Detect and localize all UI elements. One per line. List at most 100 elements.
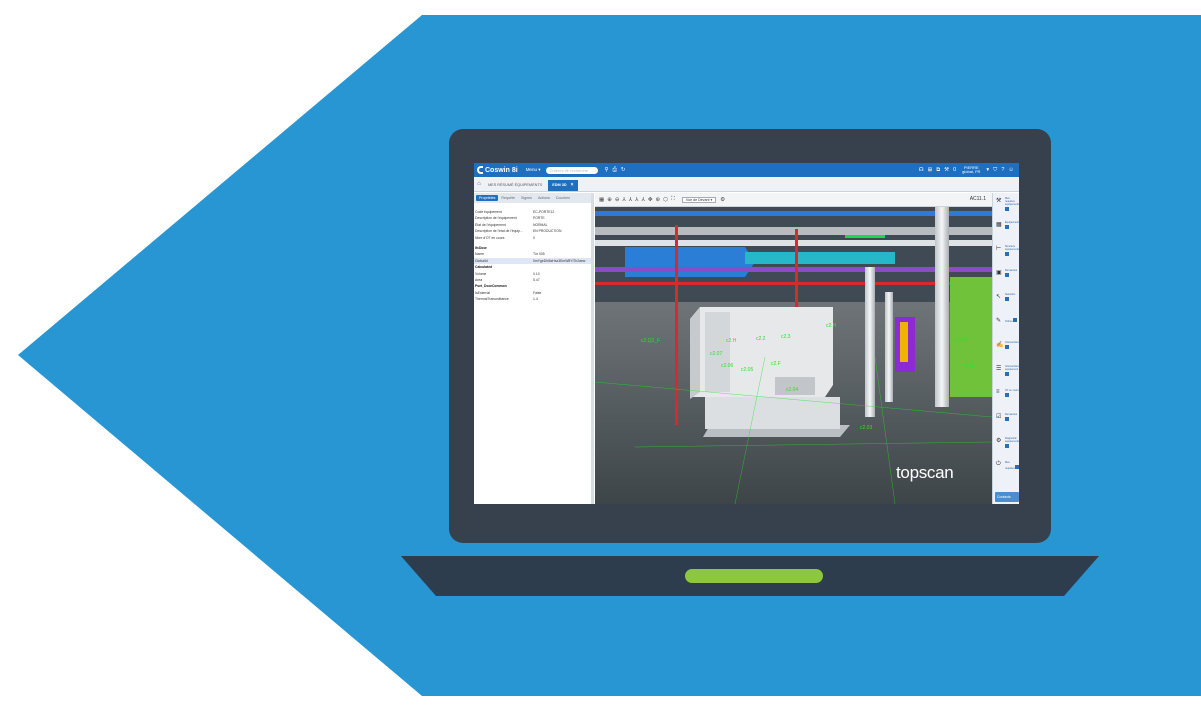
documents-icon[interactable]: ⧉ [936,167,940,174]
power-indicator [685,569,823,583]
orbit-icon[interactable]: ⊛ [656,197,661,203]
axis-iso-icon[interactable]: ⅄ [642,197,645,203]
shortcut-label: Interventions [1005,341,1019,350]
calendar-icon: ▣ [996,270,1002,276]
contacts-button[interactable]: Contacts [995,492,1019,502]
tab-0[interactable]: MES RÉSUMÉ ÉQUIPEMENTS [484,180,546,191]
dimension-label[interactable]: c2.3 [781,334,791,340]
viewer-toolbar: ▦ ⊕ ⊖ ⅄ ⅄ ⅄ ⅄ ✥ ⊛ ⬡ ⛶ Vue de Devant ▾ ⚙ [595,193,992,207]
shortcut-item[interactable]: ☰ Interventions équipement [996,365,1019,377]
user-add-icon[interactable]: ☺ [1008,167,1014,173]
dimension-label[interactable]: c2.H [826,323,837,329]
shortcut-badge [1005,444,1009,448]
dimension-label[interactable]: c2.2 [756,336,766,342]
list-edit-icon: ≡ [996,389,1000,395]
cube-icon[interactable]: ⬡ [663,197,668,203]
shortcut-item[interactable]: ≡ OT en cours [996,389,1019,398]
shortcut-label: Diagnostic équipements [1005,437,1019,449]
main-menu-button[interactable]: Menu ▾ [526,167,541,173]
shortcut-text: Interventions équipement [1005,365,1019,371]
subtab-0[interactable]: Propriétés [476,195,499,201]
shortcut-badge [1014,465,1019,469]
view-select-value: Vue de Devant [685,197,710,202]
shortcut-item[interactable]: ▦ Équipements [996,221,1019,230]
shortcut-item[interactable]: ⚙ Diagnostic équipements [996,437,1019,449]
settings-icon[interactable]: ⚙ [720,197,725,203]
grid-tool-icon[interactable]: ▦ [599,197,604,203]
dimension-label[interactable]: c2.07 [710,351,722,357]
search-input[interactable]: Critères de recherche [546,166,599,174]
shortcut-badge [1005,252,1009,256]
headset-icon[interactable]: ☊ [919,167,924,173]
shortcut-label: Sélection [1005,293,1019,302]
app-logo: Coswin 8i [477,166,518,174]
dimension-label[interactable]: c2.H [726,338,737,344]
pan-icon[interactable]: ✥ [648,197,653,203]
shortcut-item[interactable]: ⚒ Mes requêtes équipements [996,197,1019,212]
chevron-down-icon[interactable]: ▾ [986,167,989,173]
tab-label: EDM 3D [552,183,567,187]
shortcut-label: Demandes [1005,413,1019,422]
dimension-label[interactable]: c2.G [963,363,974,369]
fit-icon[interactable]: ⛶ [671,196,675,203]
zoom-in-icon[interactable]: ⊕ [607,197,612,203]
shortcut-badge [1012,318,1017,322]
shortcut-badge [1005,345,1009,349]
dimension-label[interactable]: c2.Q2_F [641,338,660,344]
3d-scene-canvas[interactable]: c2.Q2_F c2.H c2.2 c2.3 c2.07 c2.06 c2.05 c2.F c2… [595,207,992,504]
shortcut-text: Interventions [1005,341,1019,344]
subtab-1[interactable]: Requête [498,195,518,201]
close-icon[interactable]: × [571,182,574,188]
subtab-3[interactable]: Actions [535,195,553,201]
properties-table: Code équipement EC-PORTE12 Description de … [474,209,591,303]
zoom-out-icon[interactable]: ⊖ [615,197,620,203]
view-select[interactable]: Vue de Devant ▾ [681,196,717,203]
axis-z-icon[interactable]: ⅄ [635,197,638,203]
shortcut-item[interactable]: ▣ Demandes [996,269,1019,278]
tab-1[interactable]: EDM 3D × [548,180,578,191]
app-header: Coswin 8i Menu ▾ Critères de recherche ⚲… [474,163,1019,177]
shortcut-item[interactable]: ⏻ Mes requêtes [996,461,1019,470]
shortcut-label: Équipements [1005,221,1019,230]
shield-icon[interactable]: ⛉ [993,167,997,174]
shortcut-item[interactable]: ☑ Demandes [996,413,1019,422]
bookmark-icon[interactable]: ⊞ [928,167,933,173]
home-button[interactable]: ⌂ [474,177,484,191]
shortcut-text: OT en cours [1005,389,1019,392]
dimension-label[interactable]: c2.09 [956,338,968,344]
shortcut-item[interactable]: ✍ Interventions [996,341,1019,350]
print-icon[interactable]: ⎙ [613,167,617,174]
subtab-2[interactable]: Signes [518,195,535,201]
calendar-check-icon: ☑ [996,414,1002,420]
tools-icon[interactable]: ⚒ [944,167,949,173]
search-icon[interactable]: ⚲ [604,167,608,173]
dimension-label[interactable]: c2.06 [721,363,733,369]
user-menu[interactable]: PIERRE global, FR [962,165,981,175]
shortcut-label: Mes requêtes [1005,461,1019,470]
shortcut-label: Structure équipements [1005,245,1019,257]
shortcut-item[interactable]: ✎ Ordres [996,317,1019,324]
3d-viewer[interactable]: ▦ ⊕ ⊖ ⅄ ⅄ ⅄ ⅄ ✥ ⊛ ⬡ ⛶ Vue de Devant ▾ ⚙ … [595,193,992,504]
grid-icon: ▦ [996,222,1002,228]
shortcut-badge [1005,225,1009,229]
shortcut-text: Diagnostic équipements [1005,437,1019,443]
shortcut-item[interactable]: ↖ Sélection [996,293,1019,302]
panel-icon: ☰ [996,366,1002,372]
laptop-screen: Coswin 8i Menu ▾ Critères de recherche ⚲… [474,163,1019,504]
property-row[interactable]: ThermalTransmittance 1.4 [474,296,591,302]
tabs-container: MES RÉSUMÉ ÉQUIPEMENTS EDM 3D × [484,180,580,191]
axis-y-icon[interactable]: ⅄ [629,197,632,203]
dimension-label[interactable]: c2.03 [860,425,872,431]
shortcut-text: Ordres [1005,320,1013,323]
notification-count[interactable]: 0 [953,167,956,173]
axis-x-icon[interactable]: ⅄ [622,197,625,203]
dimension-label[interactable]: c2.F [771,361,781,367]
dimension-label[interactable]: c2.05 [741,367,753,373]
shortcut-label: Ordres [1005,317,1019,323]
dimension-label[interactable]: c2.04 [786,387,798,393]
user-subtitle: global, FR [962,169,981,174]
shortcut-item[interactable]: ⊢ Structure équipements [996,245,1019,257]
subtab-4[interactable]: Couches [553,195,573,201]
refresh-icon[interactable]: ↻ [621,167,626,173]
help-icon[interactable]: ? [1001,167,1004,173]
